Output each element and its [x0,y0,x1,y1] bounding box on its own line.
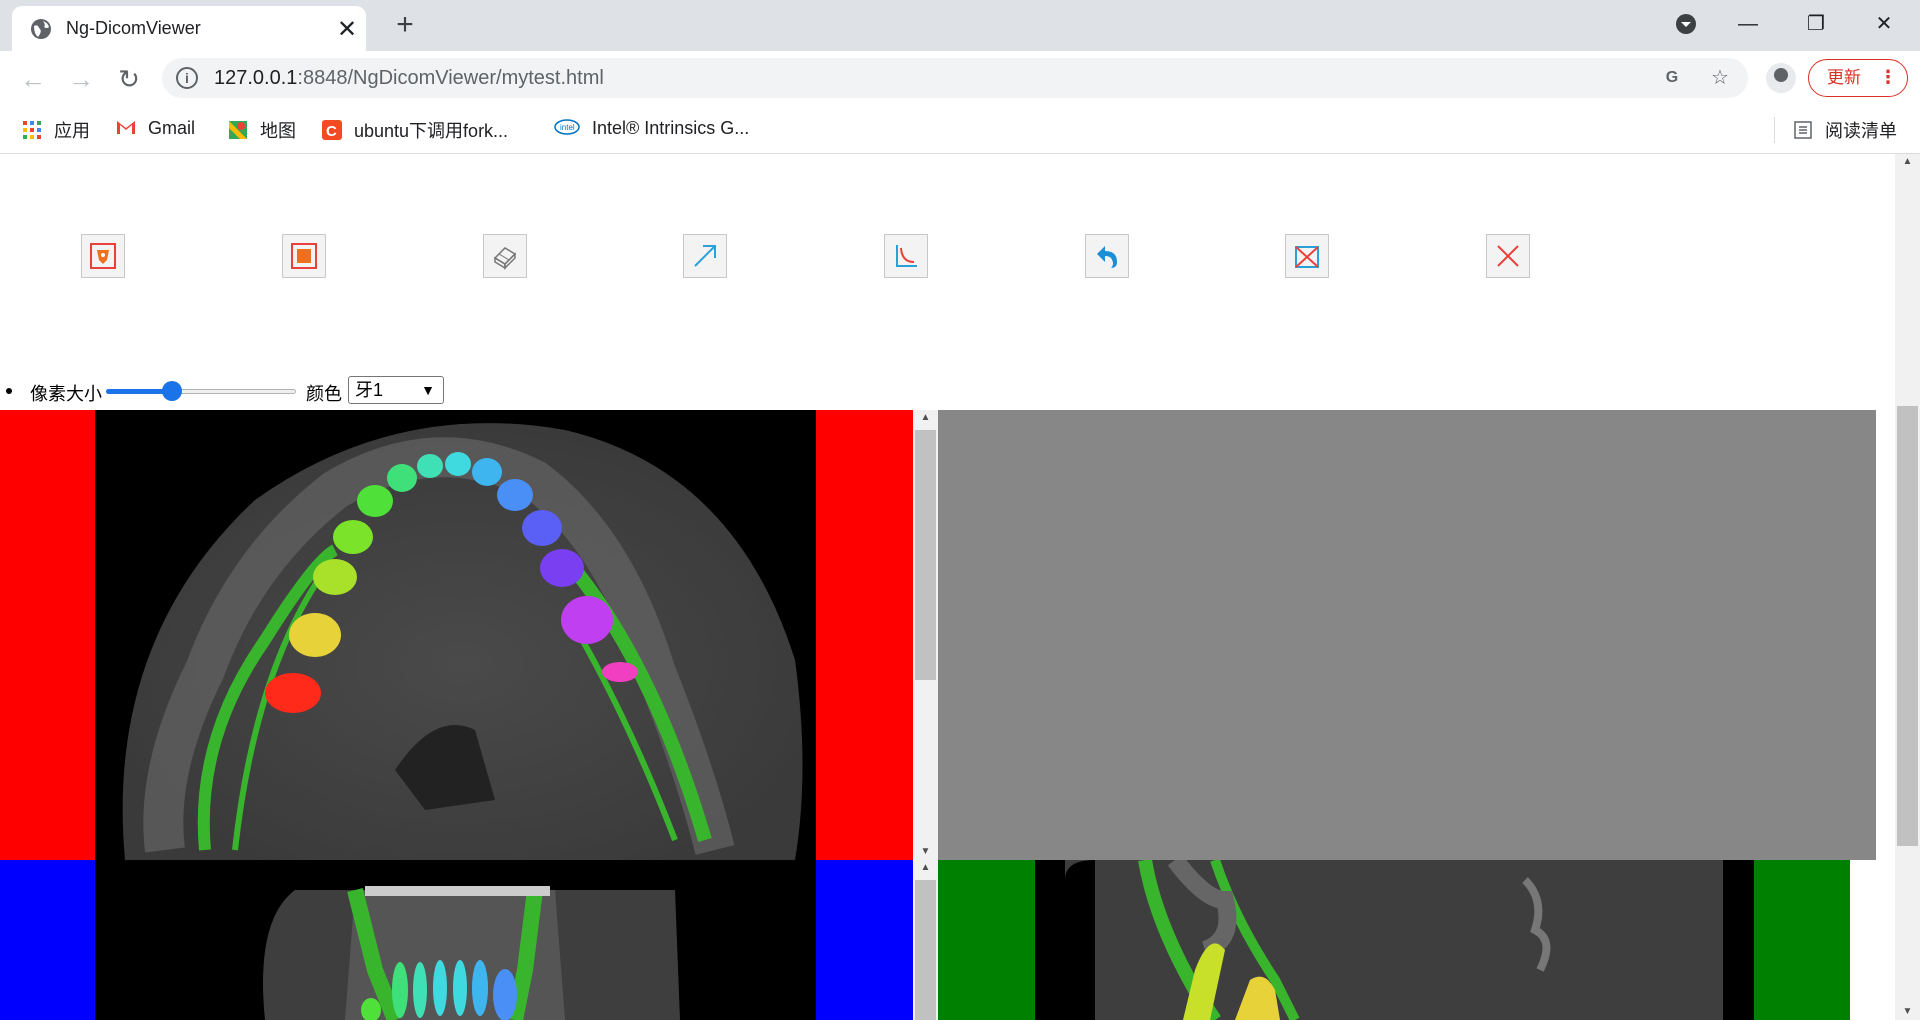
sagittal-view[interactable] [938,860,1850,1020]
undo-tool-button[interactable] [1085,234,1129,278]
address-bar[interactable]: i 127.0.0.1:8848/NgDicomViewer/mytest.ht… [162,58,1748,98]
gmail-icon [117,121,135,134]
slider-thumb[interactable] [162,381,182,401]
minimize-button[interactable]: — [1728,8,1768,40]
restore-button[interactable]: ❐ [1796,8,1836,40]
axial-image [122,423,803,860]
page-content: 像素大小 颜色 牙1 ▼ ▲ ▼ ▲ [0,154,1895,1020]
axial-border-right [816,410,913,860]
axial-scrollbar[interactable]: ▲ ▼ [913,410,938,860]
eraser-tool-button[interactable] [483,234,527,278]
axial-view[interactable] [0,410,913,860]
translate-icon[interactable]: G [1660,66,1684,90]
sagittal-border-right [1754,860,1850,1020]
tab-search-icon[interactable] [1666,8,1706,40]
menu-dots-icon[interactable]: ⋮ [1879,60,1897,95]
tab-bar: Ng-DicomViewer ✕ + — ❐ ✕ [0,0,1920,51]
sagittal-border-left [938,860,1035,1020]
bookmark-apps[interactable]: 应用 [22,117,90,143]
color-label: 颜色 [306,384,342,404]
coronal-border-left [0,860,95,1020]
undo-icon [1097,246,1117,268]
scroll-up-icon[interactable]: ▲ [913,410,938,426]
tab-title: Ng-DicomViewer [66,18,201,38]
browser-chrome: Ng-DicomViewer ✕ + — ❐ ✕ ← → ↻ i 127.0.0… [0,0,1920,154]
bookmarks-bar: 应用 Gmail 地图 Cubuntu下调用fork... intel Intel… [0,103,1920,154]
tab-close-icon[interactable]: ✕ [334,15,360,44]
pixel-size-slider[interactable] [106,381,296,401]
svg-text:intel: intel [560,123,575,132]
url-text[interactable]: 127.0.0.1:8848/NgDicomViewer/mytest.html [214,67,604,90]
intel-icon: intel [554,119,580,135]
brush-shield-icon [90,243,116,269]
reading-list[interactable]: 阅读清单 [1774,117,1897,143]
coronal-image [263,886,680,1020]
clear-box-icon [1295,246,1319,268]
roi-tool-button[interactable] [81,234,125,278]
clear-tool-button[interactable] [1285,234,1329,278]
empty-3d-view[interactable] [938,410,1876,860]
bookmark-gmail[interactable]: Gmail [116,117,195,139]
browser-toolbar: ← → ↻ i 127.0.0.1:8848/NgDicomViewer/myt… [0,51,1920,103]
arrow-tool-button[interactable] [683,234,727,278]
coronal-view[interactable] [0,860,913,1020]
pixel-size-label: 像素大小 [30,384,102,404]
scroll-up-icon[interactable]: ▲ [1895,154,1920,170]
csdn-icon: C [322,120,342,140]
square-fill-icon [291,243,317,269]
close-tool-button[interactable] [1486,234,1530,278]
scroll-up-icon[interactable]: ▲ [913,860,938,876]
back-arrow-icon[interactable]: ← [18,64,48,94]
svg-text:C: C [326,123,337,140]
chevron-down-icon: ▼ [421,382,435,398]
color-select[interactable]: 牙1 ▼ [348,376,444,404]
eraser-icon [493,247,517,270]
forward-arrow-icon[interactable]: → [66,64,96,94]
maps-icon [229,121,247,139]
scroll-down-icon[interactable]: ▼ [1895,1004,1920,1020]
browser-tab[interactable]: Ng-DicomViewer ✕ [12,6,366,51]
axial-border-left [0,410,95,860]
scroll-down-icon[interactable]: ▼ [913,844,938,860]
page-scrollbar[interactable]: ▲ ▼ [1895,154,1920,1020]
sagittal-image [1065,860,1754,1020]
bookmark-maps[interactable]: 地图 [228,117,296,143]
update-button[interactable]: 更新 ⋮ [1808,59,1908,97]
window-close-button[interactable]: ✕ [1864,8,1904,40]
angle-icon [896,245,917,267]
profile-avatar-icon[interactable] [1766,63,1796,93]
rect-tool-button[interactable] [282,234,326,278]
coronal-scrollbar[interactable]: ▲ [913,860,938,1020]
new-tab-button[interactable]: + [390,8,420,42]
reload-icon[interactable]: ↻ [114,64,144,94]
bookmark-star-icon[interactable]: ☆ [1708,66,1732,90]
list-bullet [6,388,12,394]
bookmark-intel[interactable]: intel Intel® Intrinsics G... [554,117,749,139]
x-icon [1497,245,1519,267]
site-info-icon[interactable]: i [176,67,198,89]
arrow-icon [694,245,716,267]
angle-tool-button[interactable] [884,234,928,278]
coronal-border-right [816,860,913,1020]
reading-list-icon [1794,121,1812,139]
bookmark-csdn[interactable]: Cubuntu下调用fork... [322,117,508,143]
apps-grid-icon [23,121,41,139]
globe-icon [31,19,51,39]
